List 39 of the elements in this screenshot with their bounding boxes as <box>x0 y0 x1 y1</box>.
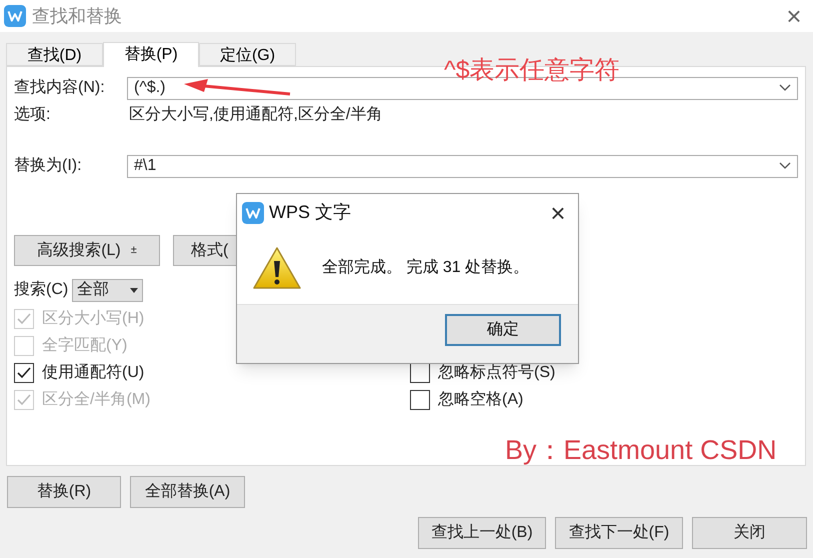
dialog-button[interactable]: 查找下一处(F) <box>555 517 683 549</box>
dialog-title: WPS 文字 <box>269 201 352 224</box>
checkbox[interactable] <box>410 362 430 382</box>
ok-button[interactable]: 确定 <box>445 314 561 346</box>
options-value: 区分大小写,使用通配符,区分全/半角 <box>129 104 382 125</box>
options-label: 选项: <box>14 104 52 125</box>
dialog-button[interactable]: 关闭 <box>692 517 807 549</box>
advanced-search-button[interactable]: 高级搜索(L) ± <box>14 235 160 266</box>
checkbox[interactable] <box>410 390 430 410</box>
checkbox-label: 全字匹配(Y) <box>42 336 128 356</box>
checkbox[interactable] <box>14 362 34 382</box>
tab[interactable]: 查找(D) <box>6 43 103 66</box>
checkmark-icon <box>16 364 32 380</box>
tab[interactable]: 替换(P) <box>103 42 199 67</box>
author-credit: By：Eastmount CSDN <box>505 434 777 467</box>
replace-button[interactable]: 替换(R) <box>7 476 121 508</box>
checkbox-label: 区分全/半角(M) <box>42 390 150 410</box>
checkbox-label: 区分大小写(H) <box>42 308 144 328</box>
close-button[interactable]: × <box>779 3 809 29</box>
field-label: 查找内容(N): <box>14 78 106 98</box>
checkbox-label: 使用通配符(U) <box>42 362 144 382</box>
replace-button[interactable]: 全部替换(A) <box>130 476 245 508</box>
field-label: 替换为(I): <box>14 156 83 176</box>
tab[interactable]: 定位(G) <box>199 43 296 66</box>
app-logo-icon <box>242 202 264 224</box>
app-logo-icon <box>4 5 26 27</box>
checkmark-icon <box>16 392 32 408</box>
scope-dropdown[interactable]: 全部 <box>72 278 144 302</box>
search-label: 搜索(C) <box>14 280 68 300</box>
dialog-message: 全部完成。 完成 31 处替换。 <box>322 258 530 278</box>
checkbox-label: 忽略标点符号(S) <box>438 362 556 382</box>
window-title: 查找和替换 <box>32 4 122 28</box>
close-button[interactable]: × <box>543 200 573 226</box>
warning-icon <box>252 246 302 290</box>
dialog-button[interactable]: 查找上一处(B) <box>418 517 546 549</box>
dropdown-arrow-icon <box>130 288 138 292</box>
checkbox-label: 忽略空格(A) <box>438 390 524 410</box>
replace-field[interactable]: #\1 <box>127 154 798 178</box>
checkmark-icon <box>16 310 32 326</box>
